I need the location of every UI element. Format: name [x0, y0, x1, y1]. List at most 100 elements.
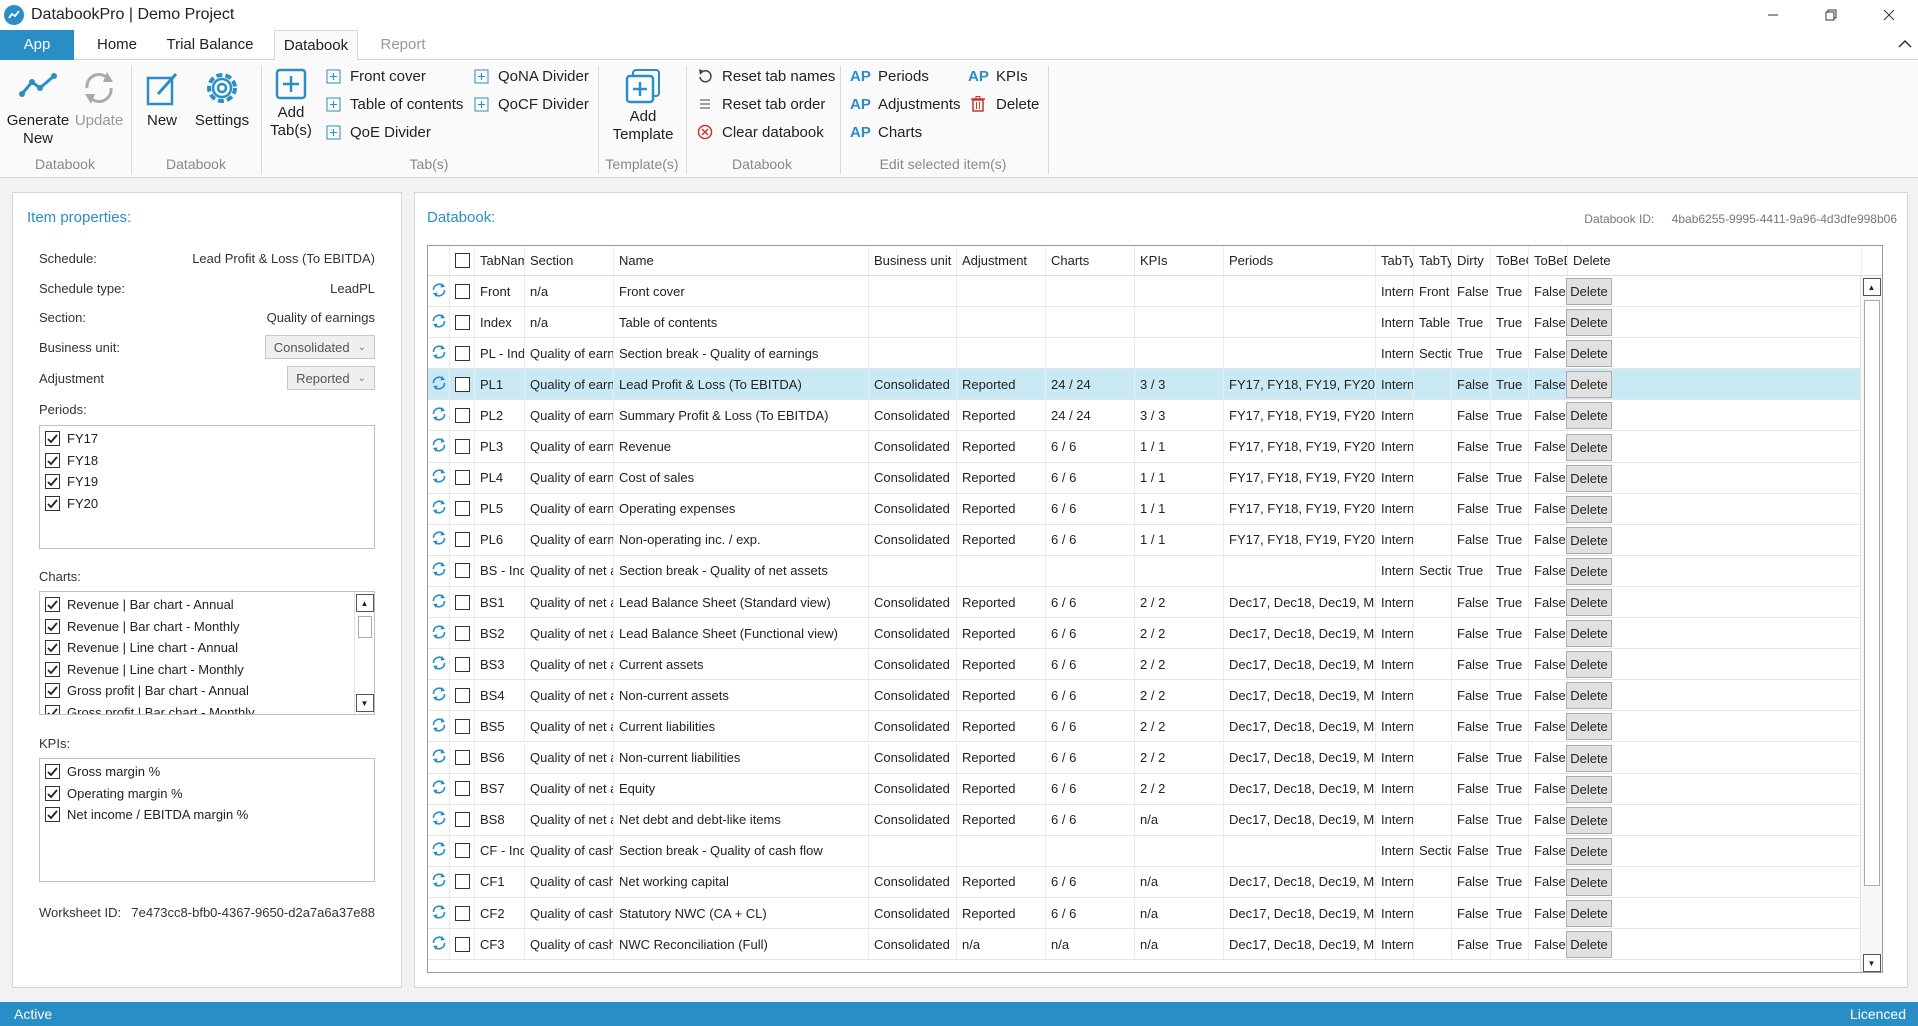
row-checkbox[interactable]	[455, 283, 470, 299]
table-row[interactable]: BS5Quality of net assetsCurrent liabilit…	[428, 711, 1862, 743]
refresh-icon[interactable]	[431, 935, 447, 954]
refresh-icon[interactable]	[431, 624, 447, 643]
charts-list[interactable]: Revenue | Bar chart - Annual Revenue | B…	[39, 591, 375, 715]
table-row[interactable]: BS6Quality of net assetsNon-current liab…	[428, 742, 1862, 774]
refresh-icon[interactable]	[431, 686, 447, 705]
kpis-list[interactable]: Gross margin % Operating margin % Net in…	[39, 758, 375, 882]
row-delete-button[interactable]: Delete	[1566, 589, 1612, 616]
charts-list-scrollbar[interactable]: ▲ ▼	[354, 592, 374, 714]
row-refresh-cell[interactable]	[428, 524, 450, 555]
tab-app[interactable]: App	[0, 30, 74, 60]
list-item[interactable]: Gross margin %	[40, 761, 374, 783]
row-select-cell[interactable]	[450, 773, 475, 804]
row-refresh-cell[interactable]	[428, 307, 450, 338]
clear-databook-button[interactable]: Clear databook	[696, 121, 824, 143]
row-select-cell[interactable]	[450, 493, 475, 524]
refresh-icon[interactable]	[431, 872, 447, 891]
list-item[interactable]: FY17	[40, 428, 374, 450]
row-checkbox[interactable]	[455, 812, 470, 828]
row-refresh-cell[interactable]	[428, 462, 450, 493]
ap-charts-button[interactable]: AP Charts	[850, 121, 922, 143]
column-header[interactable]: KPIs	[1135, 246, 1224, 275]
scroll-up-icon[interactable]: ▲	[355, 594, 374, 612]
column-header[interactable]: Dirty	[1452, 246, 1491, 275]
row-delete-button[interactable]: Delete	[1566, 495, 1612, 523]
checkbox-checked-icon[interactable]	[45, 452, 60, 468]
table-of-contents-button[interactable]: Table of contents	[324, 93, 463, 115]
refresh-icon[interactable]	[431, 437, 447, 456]
column-header[interactable]: Name	[614, 246, 869, 275]
row-refresh-cell[interactable]	[428, 680, 450, 711]
row-delete-button[interactable]: Delete	[1566, 651, 1612, 679]
row-delete-button[interactable]: Delete	[1566, 775, 1612, 803]
refresh-icon[interactable]	[431, 468, 447, 487]
row-refresh-cell[interactable]	[428, 338, 450, 369]
refresh-icon[interactable]	[431, 344, 447, 363]
row-select-cell[interactable]	[450, 929, 475, 960]
refresh-icon[interactable]	[431, 717, 447, 736]
table-row[interactable]: PL - IndexQuality of earningsSection bre…	[428, 338, 1862, 370]
checkbox-checked-icon[interactable]	[45, 807, 60, 823]
refresh-icon[interactable]	[431, 593, 447, 612]
refresh-icon[interactable]	[431, 810, 447, 829]
scroll-down-icon[interactable]: ▼	[355, 694, 374, 712]
reset-tab-names-button[interactable]: Reset tab names	[696, 65, 835, 87]
column-header[interactable]: Business unit	[869, 246, 957, 275]
row-delete-button[interactable]: Delete	[1566, 433, 1612, 461]
row-delete-button[interactable]: Delete	[1566, 713, 1612, 741]
refresh-icon[interactable]	[431, 406, 447, 425]
refresh-icon[interactable]	[431, 499, 447, 518]
refresh-icon[interactable]	[431, 282, 447, 301]
refresh-icon[interactable]	[431, 779, 447, 798]
grid-scrollbar[interactable]: ▲ ▼	[1860, 276, 1882, 972]
tab-report[interactable]: Report	[370, 30, 436, 60]
row-refresh-cell[interactable]	[428, 369, 450, 400]
row-delete-button[interactable]: Delete	[1566, 309, 1612, 337]
checkbox-checked-icon[interactable]	[45, 704, 60, 714]
row-checkbox[interactable]	[455, 407, 470, 423]
row-checkbox[interactable]	[455, 874, 470, 890]
business-unit-dropdown[interactable]: Consolidated ⌄	[264, 335, 375, 359]
checkbox-checked-icon[interactable]	[45, 640, 60, 656]
row-select-cell[interactable]	[450, 649, 475, 680]
ap-periods-button[interactable]: AP Periods	[850, 65, 929, 87]
row-delete-button[interactable]: Delete	[1566, 526, 1612, 554]
update-button[interactable]: Update	[74, 68, 124, 130]
row-refresh-cell[interactable]	[428, 431, 450, 462]
row-select-cell[interactable]	[450, 400, 475, 431]
row-refresh-cell[interactable]	[428, 711, 450, 742]
scroll-up-icon[interactable]: ▲	[1862, 278, 1881, 296]
table-row[interactable]: CF2Quality of cash flowStatutory NWC (CA…	[428, 898, 1862, 929]
column-header[interactable]: Adjustment	[957, 246, 1046, 275]
table-row[interactable]: BS7Quality of net assetsEquityConsolidat…	[428, 773, 1862, 805]
refresh-icon[interactable]	[431, 655, 447, 674]
list-item[interactable]: Gross profit | Bar chart - Annual	[40, 680, 374, 702]
table-row[interactable]: BS4Quality of net assetsNon-current asse…	[428, 680, 1862, 712]
checkbox-checked-icon[interactable]	[45, 618, 60, 634]
row-delete-button[interactable]: Delete	[1566, 464, 1612, 492]
column-header[interactable]: ToBeD	[1529, 246, 1568, 275]
row-checkbox[interactable]	[455, 781, 470, 797]
table-row[interactable]: PL6Quality of earningsNon-operating inc.…	[428, 524, 1862, 556]
row-refresh-cell[interactable]	[428, 773, 450, 804]
qoe-divider-button[interactable]: QoE Divider	[324, 121, 431, 143]
list-item[interactable]: FY19	[40, 471, 374, 493]
select-all-checkbox[interactable]	[455, 253, 470, 268]
checkbox-checked-icon[interactable]	[45, 661, 60, 677]
adjustment-dropdown[interactable]: Reported ⌄	[287, 366, 375, 390]
row-checkbox[interactable]	[455, 314, 470, 330]
row-delete-button[interactable]: Delete	[1566, 900, 1612, 927]
refresh-icon[interactable]	[431, 375, 447, 394]
table-row[interactable]: CF3Quality of cash flowNWC Reconciliatio…	[428, 929, 1862, 961]
row-checkbox[interactable]	[455, 905, 470, 921]
refresh-icon[interactable]	[431, 904, 447, 923]
row-checkbox[interactable]	[455, 843, 470, 859]
row-delete-button[interactable]: Delete	[1566, 620, 1612, 648]
reset-tab-order-button[interactable]: Reset tab order	[696, 93, 825, 115]
row-delete-button[interactable]: Delete	[1566, 371, 1612, 399]
table-row[interactable]: BS8Quality of net assetsNet debt and deb…	[428, 804, 1862, 836]
header-select-all[interactable]	[450, 246, 475, 275]
ap-kpis-button[interactable]: AP KPIs	[968, 65, 1028, 87]
row-select-cell[interactable]	[450, 711, 475, 742]
list-item[interactable]: Operating margin %	[40, 783, 374, 805]
